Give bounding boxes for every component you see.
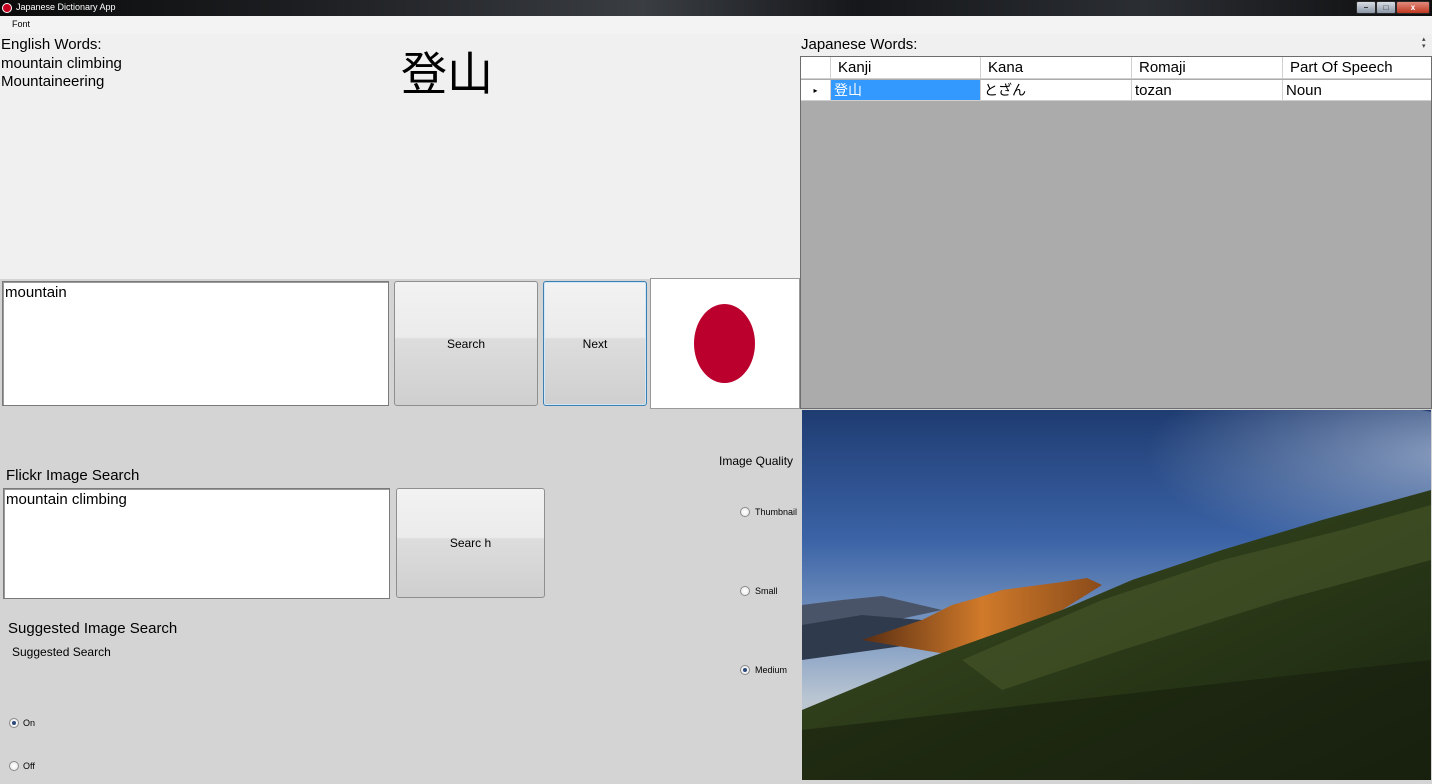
radio-small-label[interactable]: Small bbox=[755, 586, 778, 596]
search-button[interactable]: Search bbox=[394, 281, 538, 406]
app-icon bbox=[2, 3, 12, 13]
column-header-kanji[interactable]: Kanji bbox=[831, 57, 981, 78]
flag-sun-disc bbox=[694, 304, 755, 383]
radio-medium[interactable] bbox=[740, 665, 750, 675]
english-words-label: English Words: bbox=[1, 36, 102, 53]
flickr-search-label: Flickr Image Search bbox=[6, 467, 140, 484]
radio-thumbnail[interactable] bbox=[740, 507, 750, 517]
radio-off[interactable] bbox=[9, 761, 19, 771]
radio-on[interactable] bbox=[9, 718, 19, 728]
title-bar bbox=[0, 0, 1432, 16]
japanese-words-grid[interactable] bbox=[800, 56, 1432, 409]
maximize-button[interactable]: □ bbox=[1376, 1, 1396, 14]
japanese-words-label: Japanese Words: bbox=[801, 36, 918, 53]
english-word: mountain climbing bbox=[1, 55, 122, 72]
menu-bar bbox=[0, 16, 1432, 34]
menu-item-font[interactable]: Font bbox=[12, 19, 30, 29]
row-header-corner bbox=[801, 57, 831, 78]
cell-romaji[interactable]: tozan bbox=[1132, 80, 1283, 100]
english-word: Mountaineering bbox=[1, 73, 105, 90]
word-search-input[interactable]: mountain bbox=[2, 281, 389, 406]
radio-thumbnail-label[interactable]: Thumbnail bbox=[755, 507, 797, 517]
column-header-romaji[interactable]: Romaji bbox=[1132, 57, 1283, 78]
image-quality-label: Image Quality bbox=[719, 454, 794, 468]
column-header-kana[interactable]: Kana bbox=[981, 57, 1132, 78]
scroll-arrows-icon[interactable]: ▴ ▾ bbox=[1422, 36, 1426, 50]
column-header-part-of-speech[interactable]: Part Of Speech bbox=[1283, 57, 1431, 78]
close-button[interactable]: x bbox=[1396, 1, 1430, 14]
flickr-search-button[interactable]: Searc h bbox=[396, 488, 545, 598]
radio-on-label[interactable]: On bbox=[23, 718, 35, 728]
next-button[interactable]: Next bbox=[543, 281, 647, 406]
flickr-result-image bbox=[802, 410, 1431, 780]
minimize-button[interactable]: – bbox=[1356, 1, 1376, 14]
cell-part-of-speech[interactable]: Noun bbox=[1283, 80, 1431, 100]
mountain-photo bbox=[802, 410, 1431, 780]
kanji-display: 登山 bbox=[401, 47, 493, 101]
cell-kana[interactable]: とざん bbox=[981, 80, 1132, 100]
suggested-image-search-title: Suggested Image Search bbox=[8, 620, 178, 637]
suggested-search-label: Suggested Search bbox=[12, 645, 111, 659]
row-selector-icon[interactable]: ▸ bbox=[801, 80, 831, 100]
radio-medium-label[interactable]: Medium bbox=[755, 665, 787, 675]
flickr-search-input[interactable]: mountain climbing bbox=[3, 488, 390, 599]
table-row[interactable]: ▸ 登山 とざん tozan Noun bbox=[801, 80, 1431, 101]
radio-small[interactable] bbox=[740, 586, 750, 596]
cell-kanji[interactable]: 登山 bbox=[831, 80, 981, 100]
radio-off-label[interactable]: Off bbox=[23, 761, 35, 771]
window-title: Japanese Dictionary App bbox=[16, 2, 116, 12]
grid-header: Kanji Kana Romaji Part Of Speech bbox=[801, 57, 1431, 79]
